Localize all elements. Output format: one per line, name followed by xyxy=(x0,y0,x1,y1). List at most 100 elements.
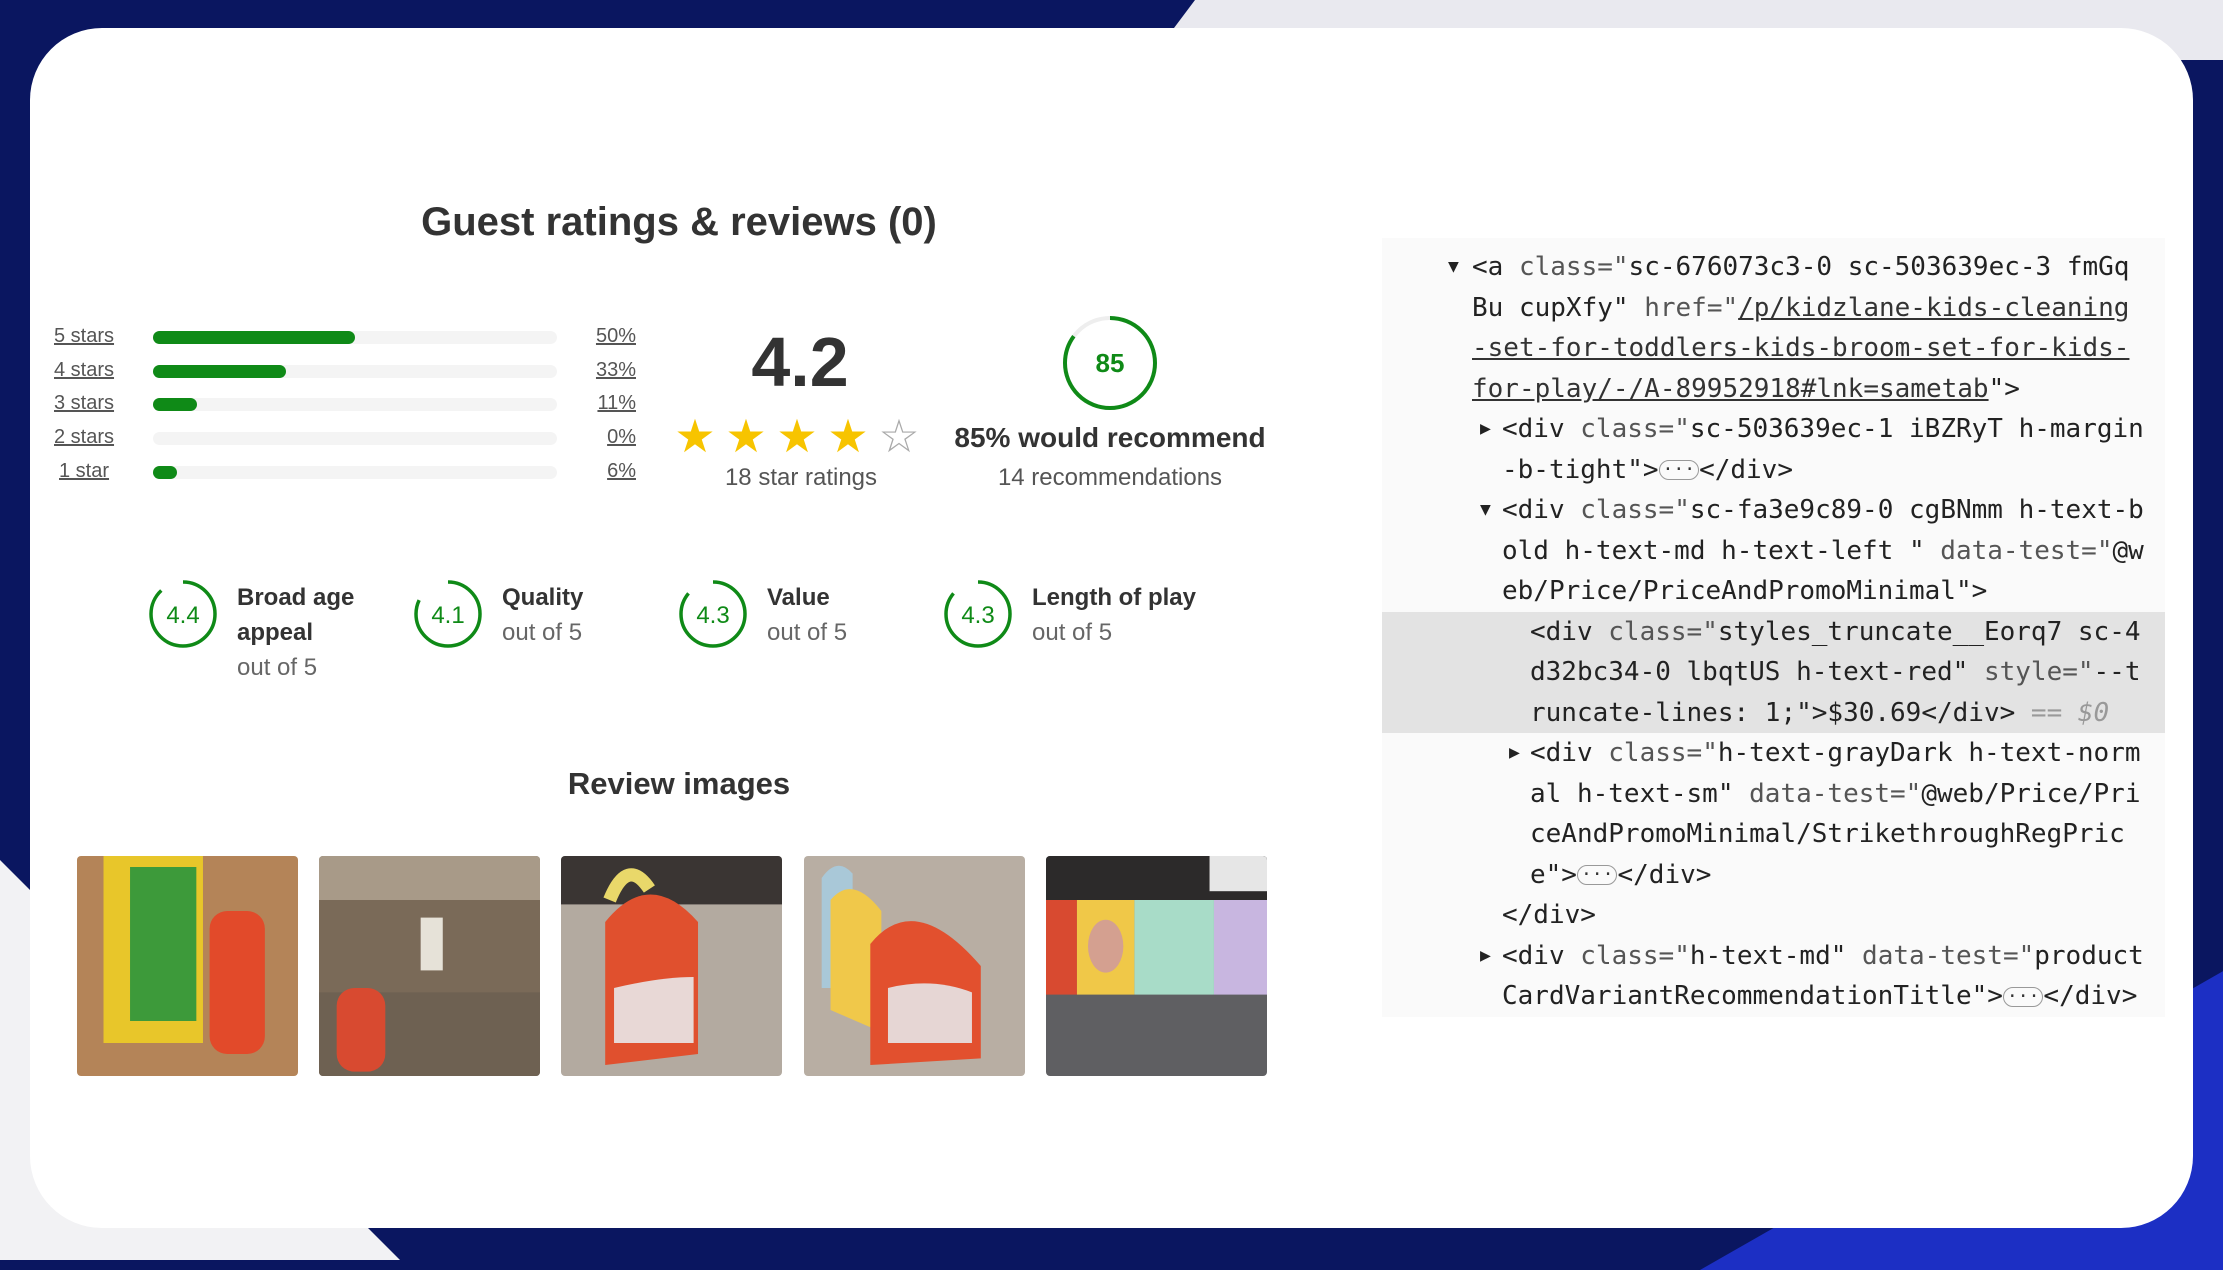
star-filled-icon: ★ xyxy=(776,410,818,462)
rating-filter-link[interactable]: 5 stars xyxy=(54,325,120,348)
dom-node-line[interactable]: d32bc34-0 lbqtUS h-text-red" style="--t xyxy=(1382,652,2165,693)
sub-rating-value: 4.3 xyxy=(961,602,994,629)
dom-node-text: runcate-lines: 1;">$30.69</div> == $0 xyxy=(1530,693,2109,734)
code-token: </div> xyxy=(2043,981,2138,1011)
dom-node-line[interactable]: </div> xyxy=(1382,895,2165,936)
code-token: </div> xyxy=(1502,900,1596,930)
dom-node-line[interactable]: for-play/-/A-89952918#lnk=sametab"> xyxy=(1382,369,2165,410)
dom-node-text: -b-tight"> ··· </div> xyxy=(1502,450,1793,491)
code-token: class=" xyxy=(1580,414,1690,444)
collapsed-triangle-icon[interactable]: ▶ xyxy=(1480,936,1491,977)
href-link[interactable]: /p/kidzlane-kids-cleaning xyxy=(1738,293,2129,323)
dom-node-line[interactable]: ▶ <div class="sc-503639ec-1 iBZRyT h-marg… xyxy=(1382,409,2165,450)
rating-percent-link[interactable]: 50% xyxy=(586,325,636,348)
dom-node-line[interactable]: al h-text-sm" data-test="@web/Price/Pri xyxy=(1382,774,2165,815)
expanded-triangle-icon[interactable]: ▼ xyxy=(1480,490,1491,531)
code-token: sc-503639ec-1 iBZRyT h-margin xyxy=(1689,414,2144,444)
dom-node-text: ceAndPromoMinimal/StrikethroughRegPric xyxy=(1530,814,2125,855)
sub-rating-ring: 4.3 xyxy=(679,580,747,648)
review-image-2[interactable] xyxy=(319,856,540,1076)
rating-bar xyxy=(153,365,557,378)
rating-filter-link[interactable]: 4 stars xyxy=(54,359,120,382)
code-token: <div xyxy=(1530,738,1609,768)
rating-filter-link[interactable]: 2 stars xyxy=(54,426,120,449)
dom-node-text: </div> xyxy=(1502,895,1596,936)
code-token: </div> xyxy=(1699,454,1793,485)
code-token: href=" xyxy=(1628,292,1739,323)
dom-node-text: CardVariantRecommendationTitle"> ··· </div… xyxy=(1502,976,2137,1017)
sub-rating-text: Quality out of 5 xyxy=(502,580,583,650)
dom-node-line[interactable]: ceAndPromoMinimal/StrikethroughRegPric xyxy=(1382,814,2165,855)
ellipsis-expand-button[interactable]: ··· xyxy=(1658,460,1700,480)
code-token: data-test=" xyxy=(1733,778,1922,809)
code-token: style=" xyxy=(1968,657,2094,687)
collapsed-triangle-icon[interactable]: ▶ xyxy=(1509,733,1520,774)
dom-node-line[interactable]: eb/Price/PriceAndPromoMinimal"> xyxy=(1382,571,2165,612)
rating-percent-link[interactable]: 0% xyxy=(586,426,636,449)
dom-node-text: <div class="h-text-md" data-test="produc… xyxy=(1502,936,2144,977)
dom-node-line[interactable]: -set-for-toddlers-kids-broom-set-for-kid… xyxy=(1382,328,2165,369)
dom-node-line[interactable]: -b-tight"> ··· </div> xyxy=(1382,450,2165,491)
review-image-5[interactable] xyxy=(1046,856,1267,1076)
code-token: e"> xyxy=(1530,859,1577,890)
code-token: sc-fa3e9c89-0 cgBNmm h-text-b xyxy=(1689,495,2144,525)
dom-node-line[interactable]: Bu cupXfy" href="/p/kidzlane-kids-cleani… xyxy=(1382,288,2165,329)
code-token: sc-676073c3-0 sc-503639ec-3 fmGq xyxy=(1628,252,2130,282)
code-token: <div xyxy=(1502,414,1581,444)
recommend-value: 85 xyxy=(1096,348,1125,378)
rating-percent-link[interactable]: 11% xyxy=(586,392,636,415)
dom-node-line[interactable]: <div class="styles_truncate__Eorq7 sc-4 xyxy=(1382,611,2165,652)
rating-bar xyxy=(153,466,557,479)
href-link[interactable]: -set-for-toddlers-kids-broom-set-for-kid… xyxy=(1472,333,2129,363)
rating-percent-link[interactable]: 33% xyxy=(586,359,636,382)
code-token: class=" xyxy=(1580,940,1690,971)
recommend-ring: 85 xyxy=(1063,316,1157,410)
rating-bar-fill xyxy=(153,398,198,411)
rating-bar-fill xyxy=(153,331,355,344)
reviews-title: Guest ratings & reviews (0) xyxy=(421,200,937,244)
collapsed-triangle-icon[interactable]: ▶ xyxy=(1480,409,1491,450)
average-rating: 4.2 xyxy=(751,323,849,401)
rating-bar-fill xyxy=(153,466,178,479)
code-token: -b-tight"> xyxy=(1502,454,1659,485)
devtools-elements-panel[interactable]: ▼ <a class="sc-676073c3-0 sc-503639ec-3 f… xyxy=(1382,238,2165,1017)
star-filled-icon: ★ xyxy=(674,410,716,462)
review-image-3[interactable] xyxy=(561,856,782,1076)
dom-node-line[interactable]: ▶ <div class="h-text-md" data-test="produ… xyxy=(1382,936,2165,977)
code-token: "> xyxy=(1988,373,2020,404)
dom-node-text: <a class="sc-676073c3-0 sc-503639ec-3 fm… xyxy=(1472,247,2129,288)
rating-bar-fill xyxy=(153,365,287,378)
review-image-4[interactable] xyxy=(804,856,1025,1076)
dom-node-text: e"> ··· </div> xyxy=(1530,855,1711,896)
dom-node-text: Bu cupXfy" href="/p/kidzlane-kids-cleani… xyxy=(1472,288,2129,329)
dom-node-line[interactable]: runcate-lines: 1;">$30.69</div> == $0 xyxy=(1382,692,2165,734)
sub-rating-label: Broad age xyxy=(237,584,355,611)
ellipsis-expand-button[interactable]: ··· xyxy=(1576,865,1618,885)
sub-rating-scale: out of 5 xyxy=(237,654,318,681)
code-token: old h-text-md h-text-left " xyxy=(1502,535,1925,566)
sub-rating-value: 4.4 xyxy=(166,602,199,629)
code-token: CardVariantRecommendationTitle"> xyxy=(1502,981,2003,1011)
dom-node-line[interactable]: ▶ <div class="h-text-grayDark h-text-norm xyxy=(1382,733,2165,774)
review-image-1[interactable] xyxy=(77,856,298,1076)
sub-rating-label: Quality xyxy=(502,584,584,611)
star-filled-icon: ★ xyxy=(827,410,869,462)
dom-node-line[interactable]: e"> ··· </div> xyxy=(1382,855,2165,896)
dom-node-line[interactable]: ▼ <div class="sc-fa3e9c89-0 cgBNmm h-text… xyxy=(1382,490,2165,531)
href-link[interactable]: for-play/-/A-89952918#lnk=sametab xyxy=(1472,374,1989,404)
ellipsis-expand-button[interactable]: ··· xyxy=(2002,986,2044,1007)
code-token: @web/Price/Pri xyxy=(1921,778,2141,809)
expanded-triangle-icon[interactable]: ▼ xyxy=(1448,247,1459,288)
code-token: data-test=" xyxy=(1846,940,2035,971)
sub-rating-label: Length of play xyxy=(1032,584,1196,611)
code-token: class=" xyxy=(1518,252,1629,282)
dom-node-line[interactable]: old h-text-md h-text-left " data-test="@… xyxy=(1382,531,2165,572)
rating-filter-link[interactable]: 3 stars xyxy=(54,392,120,415)
rating-filter-link[interactable]: 1 star xyxy=(59,460,125,483)
dom-node-line[interactable]: ▼ <a class="sc-676073c3-0 sc-503639ec-3 f… xyxy=(1382,247,2165,288)
dom-node-text: al h-text-sm" data-test="@web/Price/Pri xyxy=(1530,774,2141,815)
rating-percent-link[interactable]: 6% xyxy=(586,460,636,483)
dom-node-line[interactable]: CardVariantRecommendationTitle"> ··· </div… xyxy=(1382,976,2165,1017)
review-images-title: Review images xyxy=(567,766,791,801)
code-token: runcate-lines: 1;">$30.69</div> xyxy=(1530,697,2016,728)
